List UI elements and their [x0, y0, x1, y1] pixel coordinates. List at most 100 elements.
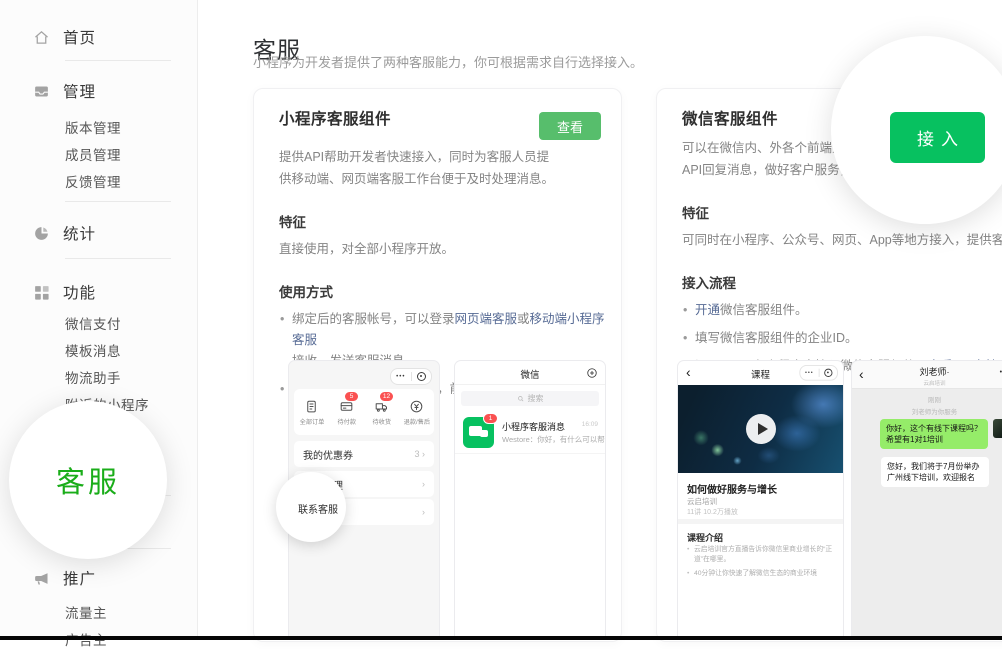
sidebar-item-label: 管理 — [63, 80, 96, 102]
more-icon: ••• — [805, 370, 814, 376]
grid-icon — [33, 284, 50, 301]
usage-heading: 使用方式 — [279, 284, 601, 302]
chat-preview: Westore：你好，有什么可以帮您? — [502, 434, 606, 445]
course-meta: 11讲 10.2万播放 — [687, 507, 738, 517]
divider — [411, 372, 412, 381]
access-button[interactable]: 接入 — [890, 112, 985, 163]
sidebar-item-member-manage[interactable]: 成员管理 — [65, 144, 121, 164]
shortcut-pending-delivery: 12 待收货 — [364, 389, 399, 435]
avatar — [993, 419, 1002, 438]
shortcut-all-orders: 全部订单 — [294, 389, 329, 435]
pie-chart-icon — [33, 225, 50, 242]
link-activate[interactable]: 开通 — [695, 303, 720, 317]
badge: 12 — [379, 391, 394, 402]
sidebar-item-statistics[interactable]: 统计 — [33, 222, 96, 244]
flow-heading: 接入流程 — [682, 275, 1002, 293]
megaphone-icon — [33, 570, 50, 587]
card-title: 微信客服组件 — [682, 109, 778, 131]
avatar — [857, 457, 876, 476]
inbox-icon — [33, 83, 50, 100]
exit-target-icon — [824, 369, 832, 377]
badge: 5 — [344, 391, 359, 402]
search-icon — [517, 395, 525, 403]
sidebar-item-label: 推广 — [63, 567, 96, 589]
chat-timestamp: 刚刚 — [852, 394, 1002, 404]
divider — [65, 258, 171, 259]
home-icon — [33, 29, 50, 46]
chat-time: 16:09 — [582, 421, 598, 428]
text-line: 提供API帮助开发者快速接入，同时为客服人员提 — [279, 150, 549, 164]
sidebar-item-label: 功能 — [63, 281, 96, 303]
chat-contact-org: 云启培训 — [852, 379, 1002, 387]
contact-service-label: 联系客服 — [298, 501, 338, 516]
sidebar-item-template-message[interactable]: 模板消息 — [65, 340, 121, 360]
sidebar-item-promotion[interactable]: 推广 — [33, 567, 96, 589]
view-button[interactable]: 查看 — [539, 112, 601, 140]
message-row-incoming: 您好，我们将于7月份举办广州线下培训，欢迎报名 — [852, 457, 1002, 487]
video-thumbnail — [678, 385, 843, 473]
chat-contact-name: 刘老师· — [852, 365, 1002, 378]
sidebar-item-manage[interactable]: 管理 — [33, 80, 96, 102]
unread-badge: 1 — [483, 413, 498, 424]
page-subtitle: 小程序为开发者提供了两种客服能力，你可根据需求自行选择接入。 — [253, 52, 643, 71]
flow-item: 填写微信客服组件的企业ID。 — [682, 328, 1002, 349]
text-segment: 绑定后的客服帐号，可以登录 — [292, 312, 455, 326]
divider — [65, 201, 171, 202]
search-bar: 搜索 — [461, 391, 599, 406]
chat-system-message: 刘老师为你服务 — [852, 406, 1002, 416]
message-row-outgoing: 你好，这个有线下课程吗？希望有1对1培训 — [852, 419, 1002, 449]
feature-text: 直接使用，对全部小程序开放。 — [279, 238, 601, 260]
phone-mockup-service-chat: ‹ 刘老师· 云启培训 ••• 刚刚 刘老师为你服务 你好，这个有线下课程吗？希… — [851, 360, 1002, 639]
spotlight-circle-sidebar: 客服 — [9, 401, 167, 559]
sidebar-item-home[interactable]: 首页 — [33, 26, 96, 48]
text-segment: 或 — [517, 312, 530, 326]
feature-heading: 特征 — [279, 214, 601, 232]
shortcut-refund: 退款/售后 — [399, 389, 434, 435]
flow-item: 开通微信客服组件。 — [682, 300, 1002, 321]
sidebar-item-logistics[interactable]: 物流助手 — [65, 367, 121, 387]
link-web-customer-service[interactable]: 网页端客服 — [455, 312, 518, 326]
incoming-bubble: 您好，我们将于7月份举办广州线下培训，欢迎报名 — [881, 457, 989, 487]
order-shortcuts-card: 全部订单 5 待付款 12 待收货 退款/售后 — [294, 389, 434, 435]
exit-target-icon — [417, 372, 426, 381]
phone-mockup-course-page: ‹ 课程 ••• 如何做好服务与增长 云启培训 11讲 10.2万播放 课程介绍… — [677, 360, 844, 639]
feature-text: 可同时在小程序、公众号、网页、App等地方接入，提供客服服务。 — [682, 229, 1002, 251]
order-list-icon — [304, 399, 319, 414]
chat-name: 小程序客服消息 — [502, 420, 565, 433]
course-header: ‹ 课程 ••• — [678, 361, 843, 385]
sidebar-item-traffic-owner[interactable]: 流量主 — [65, 602, 107, 622]
divider — [678, 519, 843, 524]
sidebar-item-label: 首页 — [63, 26, 96, 48]
sidebar-item-feedback-manage[interactable]: 反馈管理 — [65, 171, 121, 191]
wechat-header: 微信 — [455, 361, 605, 385]
shortcut-pending-payment: 5 待付款 — [329, 389, 364, 435]
wechat-title: 微信 — [455, 367, 605, 381]
more-icon: ••• — [396, 374, 405, 380]
course-intro-item: 40分钟让你快速了解微信生态的商业环境 — [687, 569, 835, 579]
course-intro-item: 云启培训官方直播告诉你微信里商业增长的“正道”在哪里。 — [687, 545, 835, 565]
course-intro-list: 云启培训官方直播告诉你微信里商业增长的“正道”在哪里。 40分钟让你快速了解微信… — [687, 545, 835, 583]
refund-icon — [409, 399, 424, 414]
phone-mockup-wechat-chatlist: 微信 搜索 1 小程序客服消息 Westore：你好，有什么可以帮您? 16:0… — [454, 360, 606, 639]
sidebar-item-version-manage[interactable]: 版本管理 — [65, 117, 121, 137]
sidebar-item-features[interactable]: 功能 — [33, 281, 96, 303]
text-segment: 微信客服组件。 — [720, 303, 808, 317]
outgoing-bubble: 你好，这个有线下课程吗？希望有1对1培训 — [880, 419, 988, 449]
chat-header: ‹ 刘老师· 云启培训 ••• — [852, 361, 1002, 389]
card-description: 提供API帮助开发者快速接入，同时为客服人员提供移动端、网页端客服工作台便于及时… — [279, 146, 601, 190]
course-intro-heading: 课程介绍 — [687, 531, 723, 544]
chat-list-item: 1 小程序客服消息 Westore：你好，有什么可以帮您? 16:09 — [455, 413, 605, 454]
miniprogram-capsule: ••• — [390, 368, 432, 385]
screen-bottom-edge — [0, 636, 1002, 640]
text-line: API回复消息，做好客户服务， — [682, 163, 852, 177]
course-title: 如何做好服务与增长 — [687, 481, 777, 496]
service-message-avatar: 1 — [463, 417, 494, 448]
sidebar-item-label: 统计 — [63, 222, 96, 244]
plus-icon — [586, 366, 598, 378]
miniprogram-capsule: ••• — [799, 365, 838, 381]
sidebar-item-customer-service[interactable]: 客服 — [56, 459, 120, 501]
card-miniprogram-customer-service: 小程序客服组件 查看 提供API帮助开发者快速接入，同时为客服人员提供移动端、网… — [253, 88, 622, 642]
sidebar-item-wechat-pay[interactable]: 微信支付 — [65, 313, 121, 333]
list-item-coupons: 我的优惠券3 › — [294, 441, 434, 467]
play-button-icon — [746, 414, 776, 444]
